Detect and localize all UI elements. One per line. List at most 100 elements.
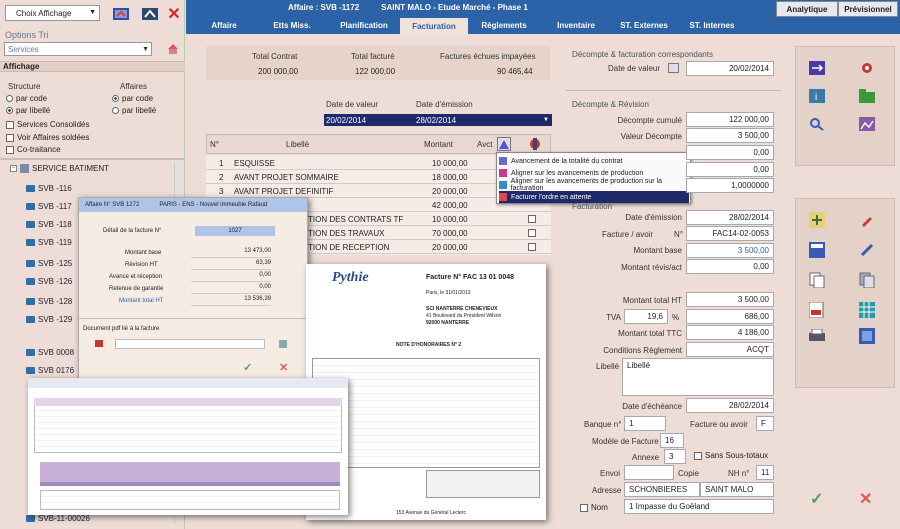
popup-detail-field[interactable]: 1027 (195, 226, 275, 236)
settings-icon[interactable] (856, 58, 878, 78)
row-checkbox[interactable] (528, 229, 536, 237)
sans-sous-totaux-checkbox[interactable]: Sans Sous-totaux (694, 451, 768, 460)
decompte-cumule-field[interactable]: 122 000,00 (686, 112, 774, 127)
info-icon[interactable]: i (806, 86, 828, 106)
choix-affichage-dropdown[interactable]: Choix Affichage ▼ (5, 5, 100, 21)
export-icon[interactable] (856, 326, 878, 346)
grid-icon[interactable] (856, 300, 878, 320)
analytique-button[interactable]: Analytique (776, 1, 838, 17)
display-settings-icon[interactable] (110, 4, 132, 24)
calculator-icon[interactable] (806, 240, 828, 260)
affaires-par-code-radio[interactable]: par code (112, 94, 153, 103)
refresh-icon[interactable] (139, 4, 161, 24)
tab-inventaire[interactable]: Inventaire (548, 18, 604, 32)
affaires-par-libelle-radio[interactable]: par libellé (112, 106, 156, 115)
libelle-textarea[interactable]: Libellé (622, 358, 774, 396)
tree-item[interactable]: SVB -117 (26, 200, 72, 212)
services-consolides-checkbox[interactable]: Services Consolidés (6, 120, 89, 129)
tree-root[interactable]: − SERVICE BATIMENT (10, 164, 109, 173)
tva-value-field[interactable]: 686,00 (686, 309, 774, 324)
nom-checkbox[interactable]: Nom (580, 503, 608, 512)
structure-par-code-radio[interactable]: par code (6, 94, 47, 103)
tree-item[interactable]: SVB -129 (26, 313, 72, 325)
edit-icon[interactable] (856, 210, 878, 230)
tab-st-internes[interactable]: ST. Internes (680, 18, 744, 32)
tree-item[interactable]: SVB -126 (26, 275, 72, 287)
date-valeur-field[interactable]: 20/02/2014 (324, 114, 414, 126)
adresse1-field[interactable]: SCHONBIERES (624, 482, 700, 497)
popup-cancel-icon[interactable]: ✕ (279, 361, 288, 374)
calendar-icon[interactable] (668, 63, 679, 73)
revision-field-2[interactable]: 0,00 (686, 162, 774, 177)
montant-base-field[interactable]: 3 500,00 (686, 243, 774, 258)
attach-icon[interactable] (279, 340, 287, 348)
avancement-menu-button[interactable] (497, 137, 511, 151)
adresse2-field[interactable]: SAINT MALO (700, 482, 774, 497)
decompte-cumule-label: Décompte cumulé (617, 116, 682, 125)
row-checkbox[interactable] (528, 243, 536, 251)
home-tree-icon[interactable] (167, 43, 179, 55)
previsionnel-button[interactable]: Prévisionnel (838, 1, 898, 17)
right-date-valeur-field[interactable]: 20/02/2014 (686, 61, 774, 76)
co-traitance-checkbox[interactable]: Co-traitance (6, 145, 61, 154)
add-icon[interactable] (806, 210, 828, 230)
close-icon[interactable]: ✕ (163, 4, 185, 24)
duplicate-icon[interactable] (806, 270, 828, 290)
banque-field[interactable]: 1 (624, 416, 666, 431)
voir-affaires-soldees-checkbox[interactable]: Voir Affaires soldées (6, 133, 89, 142)
validate-check-icon[interactable]: ✓ (810, 489, 823, 509)
montant-revis-field[interactable]: 0,00 (686, 259, 774, 274)
tree-item[interactable]: SVB -128 (26, 295, 72, 307)
field-value: 4 186,00 (737, 328, 769, 337)
folder-icon[interactable] (856, 86, 878, 106)
tva-rate-field[interactable]: 19,6 (624, 309, 668, 324)
menu-item-avancement-totalite[interactable]: Avancement de la totalité du contrat (499, 155, 689, 167)
revision-field-1[interactable]: 0,00 (686, 145, 774, 160)
tree-item[interactable]: SVB -118 (26, 218, 72, 230)
image-icon[interactable] (856, 114, 878, 134)
tree-item[interactable]: SVB 0008 (26, 346, 74, 358)
services-select[interactable]: Services ▼ (4, 42, 152, 56)
montant-ttc-field[interactable]: 4 186,00 (686, 325, 774, 340)
pdf-icon[interactable] (95, 340, 103, 347)
date-emission-field[interactable]: 28/02/2014 ▼ (414, 114, 552, 126)
popup-row-value: 13 536,39 (191, 296, 271, 306)
pdf-icon[interactable] (806, 300, 828, 320)
print-icon[interactable] (806, 326, 828, 346)
link-icon[interactable] (856, 240, 878, 260)
cancel-x-icon[interactable]: ✕ (859, 489, 872, 509)
expand-icon[interactable] (806, 58, 828, 78)
facture-n-field[interactable]: FAC14-02-0053 (686, 226, 774, 241)
modele-field[interactable]: 16 (660, 433, 684, 448)
tab-reglements[interactable]: Règlements (472, 18, 536, 32)
tools-icon[interactable] (528, 137, 542, 151)
tree-item[interactable]: SVB -119 (26, 236, 72, 248)
facture-avoir-label: Facture / avoir (602, 230, 654, 239)
tab-etts-miss[interactable]: Etts Miss. (262, 18, 322, 32)
tab-affaire[interactable]: Affaire (198, 18, 250, 32)
tree-item[interactable]: SVB -125 (26, 257, 72, 269)
row-checkbox[interactable] (528, 215, 536, 223)
popup-ok-icon[interactable]: ✓ (243, 361, 252, 374)
envoi-field[interactable] (624, 465, 674, 480)
tab-planification[interactable]: Planification (330, 18, 398, 32)
popup-doc-field[interactable] (115, 339, 265, 349)
tree-item[interactable]: SVB -116 (26, 182, 72, 194)
copy-icon[interactable] (856, 270, 878, 290)
tab-st-externes[interactable]: ST. Externes (612, 18, 676, 32)
montant-ht-field[interactable]: 3 500,00 (686, 292, 774, 307)
echeance-field[interactable]: 28/02/2014 (686, 398, 774, 413)
revision-coefficient-field[interactable]: 1,0000000 (686, 178, 774, 193)
structure-par-libelle-radio[interactable]: par libellé (6, 106, 50, 115)
annexe-field[interactable]: 3 (664, 449, 686, 464)
valeur-decompte-field[interactable]: 3 500,00 (686, 128, 774, 143)
nom-field[interactable]: 1 Impasse du Goëland (624, 499, 774, 514)
fac-avoir-field[interactable]: F (756, 416, 774, 431)
tab-facturation[interactable]: Facturation (400, 18, 468, 34)
search-icon[interactable] (806, 114, 828, 134)
menu-item-aligner-facturation[interactable]: Aligner sur les avancements de productio… (499, 178, 689, 192)
nh-field[interactable]: 11 (756, 465, 774, 480)
tree-item[interactable]: SVB 0176 (26, 364, 74, 376)
date-emission-field-right[interactable]: 28/02/2014 (686, 210, 774, 225)
conditions-field[interactable]: ACQT (686, 342, 774, 357)
